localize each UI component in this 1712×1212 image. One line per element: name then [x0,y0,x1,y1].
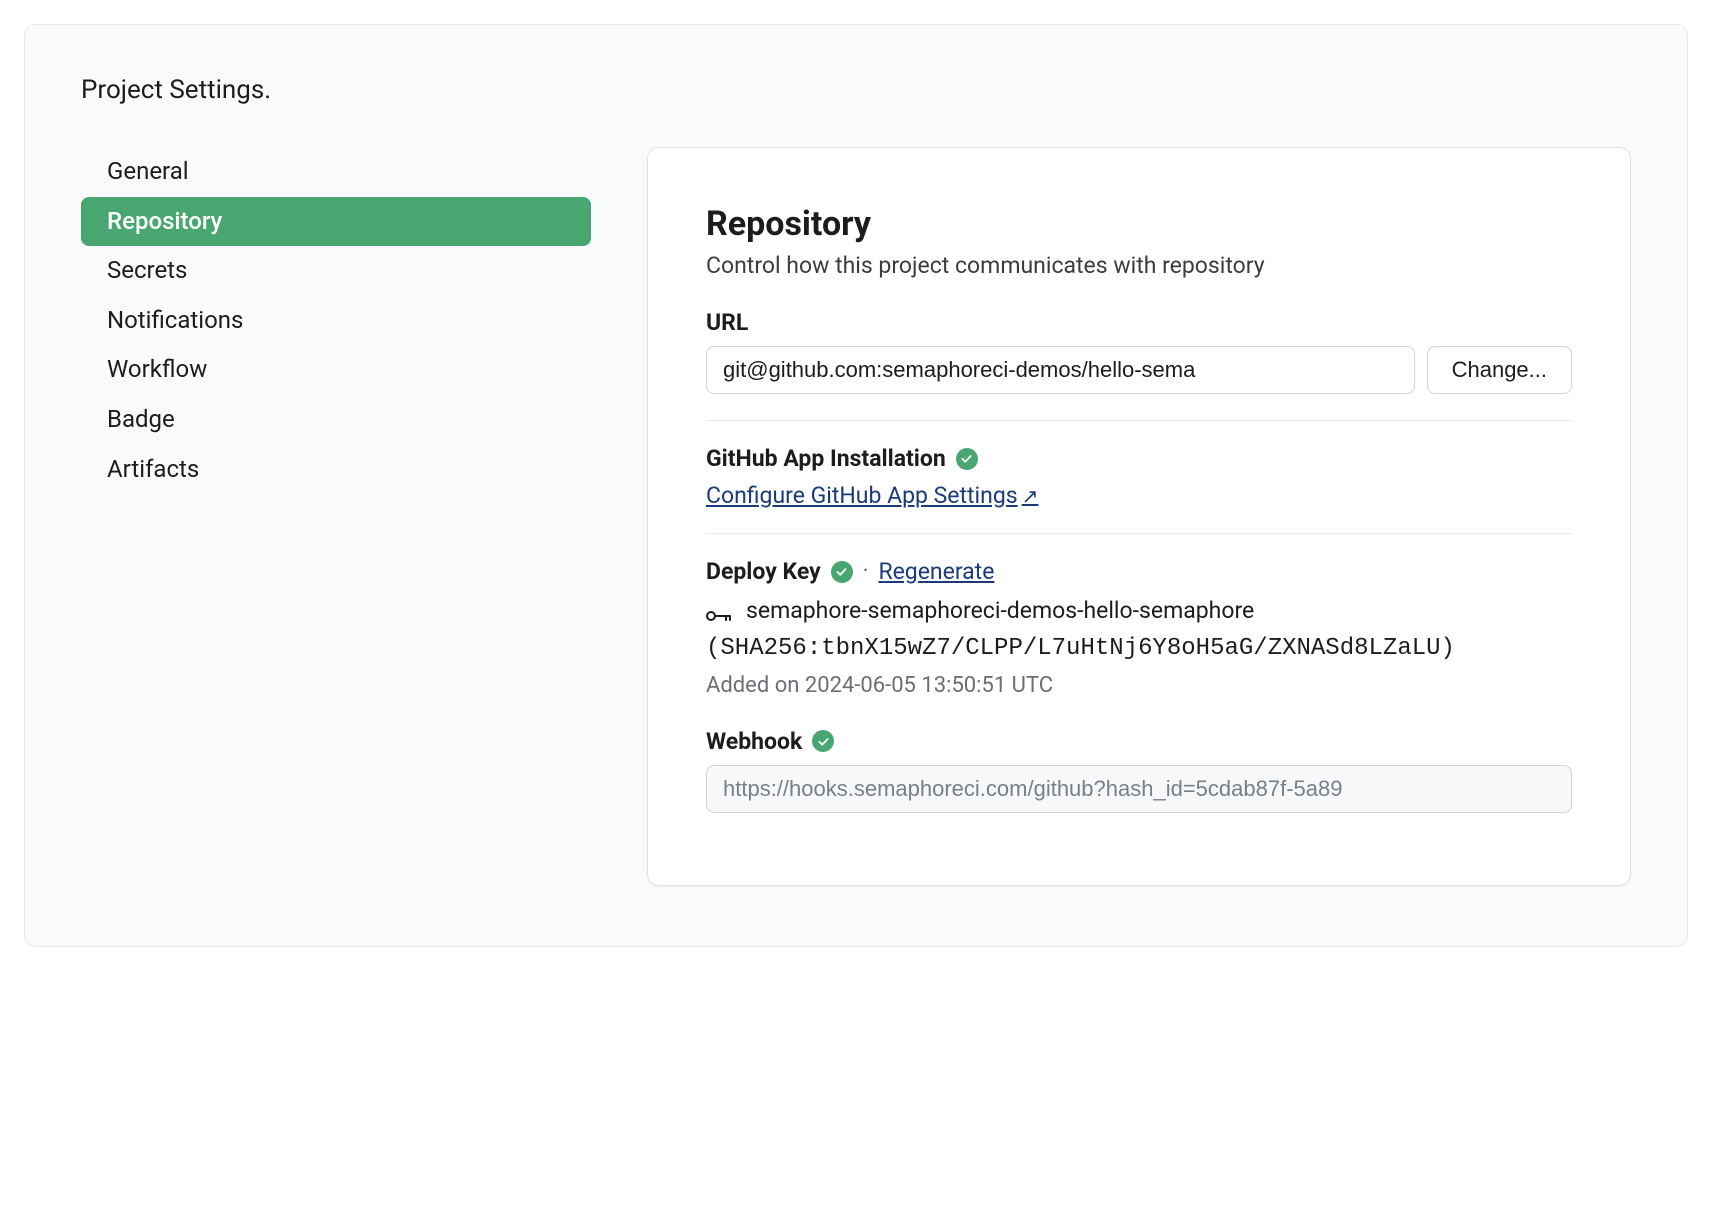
external-link-icon: ↗ [1022,484,1039,508]
github-app-label: GitHub App Installation [706,445,1572,472]
github-app-section: GitHub App Installation Configure GitHub… [706,445,1572,509]
sidebar-item-workflow[interactable]: Workflow [81,345,591,395]
sidebar-item-label: Workflow [107,355,207,383]
deploy-key-name: semaphore-semaphoreci-demos-hello-semaph… [746,597,1254,624]
deploy-key-header: Deploy Key · Regenerate [706,558,1572,585]
sidebar-item-label: Repository [107,207,222,235]
content-panel: Repository Control how this project comm… [647,147,1631,886]
sidebar-item-label: Secrets [107,256,187,284]
change-url-button[interactable]: Change... [1427,346,1572,394]
deploy-key-label-text: Deploy Key [706,558,821,585]
page-title: Project Settings. [81,75,1631,105]
sidebar-item-label: Artifacts [107,455,199,483]
check-icon [812,730,834,752]
key-icon [706,603,732,630]
deploy-key-label: Deploy Key [706,558,853,585]
deploy-key-added-note: Added on 2024-06-05 13:50:51 UTC [706,673,1572,698]
sidebar-item-artifacts[interactable]: Artifacts [81,445,591,495]
github-app-label-text: GitHub App Installation [706,445,946,472]
deploy-key-row: semaphore-semaphoreci-demos-hello-semaph… [706,597,1572,630]
sidebar-item-repository[interactable]: Repository [81,197,591,247]
sidebar-nav: General Repository Secrets Notifications… [81,147,591,886]
url-section: URL Change... [706,309,1572,421]
sidebar-item-label: Notifications [107,306,243,334]
sidebar-item-label: General [107,157,189,185]
panel-heading: Repository [706,204,1572,244]
panel-subtitle: Control how this project communicates wi… [706,252,1572,279]
url-label: URL [706,309,1572,336]
sidebar-item-notifications[interactable]: Notifications [81,296,591,346]
check-icon [956,448,978,470]
divider [706,420,1572,421]
layout-row: General Repository Secrets Notifications… [81,147,1631,886]
sidebar-item-general[interactable]: General [81,147,591,197]
webhook-label: Webhook [706,728,1572,755]
webhook-url-input[interactable] [706,765,1572,813]
deploy-key-section: Deploy Key · Regenerate [706,558,1572,813]
link-label: Configure GitHub App Settings [706,482,1018,509]
configure-github-app-link[interactable]: Configure GitHub App Settings ↗ [706,482,1038,509]
repo-url-input[interactable] [706,346,1415,394]
settings-container: Project Settings. General Repository Sec… [24,24,1688,947]
deploy-key-fingerprint: (SHA256:tbnX15wZ7/CLPP/L7uHtNj6Y8oH5aG/Z… [706,632,1572,667]
sidebar-item-secrets[interactable]: Secrets [81,246,591,296]
webhook-label-text: Webhook [706,728,802,755]
sidebar-item-label: Badge [107,405,175,433]
separator-dot: · [863,559,869,584]
sidebar-item-badge[interactable]: Badge [81,395,591,445]
regenerate-key-link[interactable]: Regenerate [878,558,994,585]
url-row: Change... [706,346,1572,394]
check-icon [831,561,853,583]
divider [706,533,1572,534]
